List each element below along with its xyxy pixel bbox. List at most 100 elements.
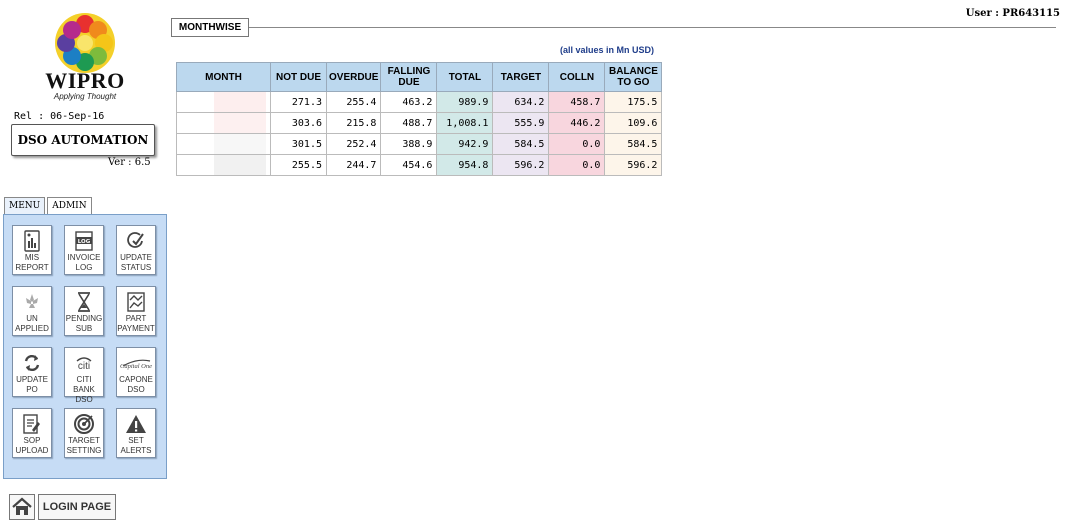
column-header-label: TOTAL xyxy=(448,71,482,83)
overdue-cell: 215.8 xyxy=(325,112,382,134)
tile-label: SET xyxy=(128,436,144,445)
target-cell: 634.2 xyxy=(492,91,550,113)
wipro-flower-icon xyxy=(55,13,115,73)
not-due-cell: 255.5 xyxy=(270,154,327,176)
month-cell[interactable] xyxy=(176,112,271,134)
month-redacted xyxy=(214,134,266,154)
column-header-month: MONTH xyxy=(176,62,271,92)
target-icon xyxy=(74,414,94,434)
monthwise-tab[interactable]: MONTHWISE xyxy=(171,18,249,37)
mis-report-icon xyxy=(24,230,40,252)
sop-upload-icon xyxy=(23,414,40,434)
home-icon xyxy=(12,497,32,515)
tile-label: UPDATE xyxy=(16,375,48,384)
svg-text:citi: citi xyxy=(78,361,90,372)
login-page-button[interactable]: LOGIN PAGE xyxy=(38,494,116,520)
table-row: 303.6 215.8 488.7 1,008.1 555.9 446.2 10… xyxy=(176,112,663,134)
target-cell: 584.5 xyxy=(492,133,550,155)
section-divider xyxy=(248,27,1056,28)
mis-report-button[interactable]: MIS REPORT xyxy=(12,225,52,275)
version-label: Ver : xyxy=(108,157,132,168)
tile-label: PART xyxy=(125,314,147,323)
capital-one-logo-icon: Capital One xyxy=(120,359,152,370)
invoice-log-button[interactable]: LOG INVOICE LOG xyxy=(64,225,104,275)
month-redacted xyxy=(214,92,266,112)
falling-due-cell: 388.9 xyxy=(380,133,438,155)
monthwise-table: MONTH NOT DUE OVERDUE FALLING DUE TOTAL T… xyxy=(176,62,663,176)
colln-cell: 0.0 xyxy=(548,154,606,176)
column-header-balance: BALANCE TO GO xyxy=(604,62,663,92)
tile-label: SOP xyxy=(23,436,41,445)
alert-icon xyxy=(126,415,146,433)
column-header-label: FALLING xyxy=(387,66,431,77)
brand-tagline: Applying Thought xyxy=(53,92,117,101)
column-header-not-due: NOT DUE xyxy=(270,62,327,92)
balance-cell: 109.6 xyxy=(604,112,663,134)
tab-menu[interactable]: MENU xyxy=(4,197,46,214)
user-label: User : xyxy=(965,8,999,19)
tile-label: PO xyxy=(26,385,38,394)
unapplied-icon xyxy=(26,294,38,308)
svg-text:LOG: LOG xyxy=(78,239,91,245)
version-info: Ver : 6.5 xyxy=(108,157,151,168)
column-header-label: DUE xyxy=(398,77,420,88)
update-po-button[interactable]: UPDATE PO xyxy=(12,347,52,397)
column-header-total: TOTAL xyxy=(436,62,494,92)
month-cell[interactable] xyxy=(176,133,271,155)
version-number: 6.5 xyxy=(134,157,151,168)
tile-label: ALERTS xyxy=(120,446,152,455)
release-date: 06-Sep-16 xyxy=(50,111,105,122)
column-header-label: TARGET xyxy=(500,71,542,83)
svg-text:Capital One: Capital One xyxy=(120,363,152,370)
falling-due-cell: 488.7 xyxy=(380,112,438,134)
month-cell[interactable] xyxy=(176,154,271,176)
tile-label: LOG xyxy=(75,263,93,272)
sop-upload-button[interactable]: SOP UPLOAD xyxy=(12,408,52,458)
update-status-button[interactable]: UPDATE STATUS xyxy=(116,225,156,275)
tile-label: PAYMENT xyxy=(117,324,155,333)
user-info: User : PR643115 xyxy=(966,8,1060,19)
column-header-colln: COLLN xyxy=(548,62,606,92)
column-header-label: TO GO xyxy=(617,77,650,88)
capone-dso-button[interactable]: Capital One CAPONE DSO xyxy=(116,347,156,397)
tile-label: SUB xyxy=(75,324,93,333)
colln-cell: 0.0 xyxy=(548,133,606,155)
target-setting-button[interactable]: TARGET SETTING xyxy=(64,408,104,458)
tile-label: STATUS xyxy=(120,263,152,272)
unapplied-button[interactable]: UN APPLIED xyxy=(12,286,52,336)
tile-label: DSO xyxy=(127,385,145,394)
tile-label: UN xyxy=(26,314,38,323)
home-button[interactable] xyxy=(9,494,35,520)
citi-bank-dso-button[interactable]: citi CITI BANK DSO xyxy=(64,347,104,404)
tile-label: APPLIED xyxy=(15,324,49,333)
month-cell[interactable] xyxy=(176,91,271,113)
tile-label: TARGET xyxy=(68,436,100,445)
month-redacted xyxy=(214,155,266,175)
part-payment-button[interactable]: PART PAYMENT xyxy=(116,286,156,336)
table-header-row: MONTH NOT DUE OVERDUE FALLING DUE TOTAL T… xyxy=(176,62,663,92)
column-header-label: OVERDUE xyxy=(329,71,379,83)
total-cell: 989.9 xyxy=(436,91,494,113)
total-cell: 1,008.1 xyxy=(436,112,494,134)
overdue-cell: 252.4 xyxy=(325,133,382,155)
pending-sub-button[interactable]: PENDING SUB xyxy=(64,286,104,336)
app-title: DSO AUTOMATION xyxy=(11,124,155,156)
set-alerts-button[interactable]: SET ALERTS xyxy=(116,408,156,458)
not-due-cell: 303.6 xyxy=(270,112,327,134)
table-row: 301.5 252.4 388.9 942.9 584.5 0.0 584.5 xyxy=(176,133,663,155)
citi-logo-icon: citi xyxy=(76,357,92,372)
target-cell: 555.9 xyxy=(492,112,550,134)
balance-cell: 584.5 xyxy=(604,133,663,155)
falling-due-cell: 454.6 xyxy=(380,154,438,176)
tile-label: PENDING xyxy=(65,314,103,323)
invoice-log-icon: LOG xyxy=(75,231,93,251)
update-status-icon xyxy=(127,232,144,248)
part-payment-icon xyxy=(127,292,145,312)
colln-cell: 458.7 xyxy=(548,91,606,113)
total-cell: 954.8 xyxy=(436,154,494,176)
month-redacted xyxy=(214,113,266,133)
colln-cell: 446.2 xyxy=(548,112,606,134)
user-id: PR643115 xyxy=(1002,8,1060,19)
tile-label: SETTING xyxy=(66,446,102,455)
tab-admin[interactable]: ADMIN xyxy=(47,197,92,214)
